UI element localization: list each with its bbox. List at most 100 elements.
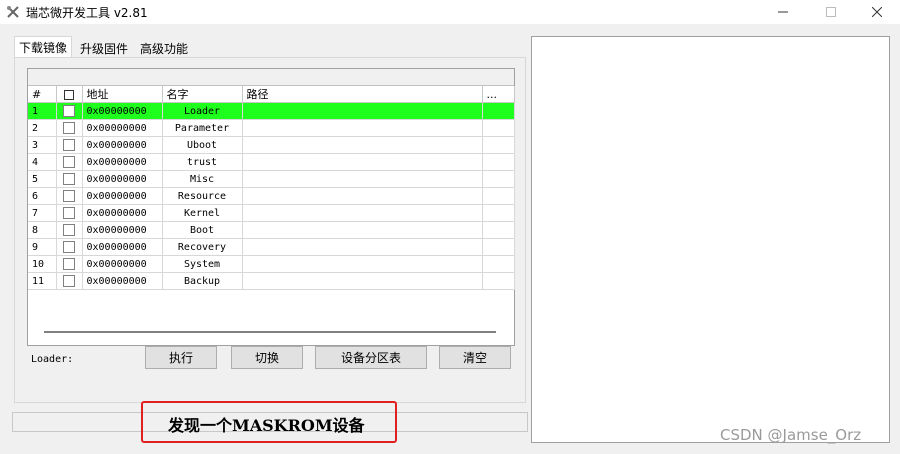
row-number: 1 [28,102,57,120]
maximize-button[interactable] [808,0,854,24]
row-address: 0x00000000 [82,102,163,120]
row-checkbox[interactable] [56,102,83,120]
row-name: Kernel [162,204,243,222]
row-extra[interactable] [482,238,515,256]
row-select-checkbox[interactable] [63,105,75,117]
row-extra[interactable] [482,153,515,171]
minimize-button[interactable] [760,0,806,24]
col-path[interactable]: 路径 [242,86,483,103]
table-row[interactable]: 5 0x00000000 Misc [28,170,515,188]
clear-button[interactable]: 清空 [439,346,511,369]
row-path[interactable] [242,102,483,120]
window-title: 瑞芯微开发工具 v2.81 [26,6,148,20]
tab-download-image[interactable]: 下载镜像 [14,36,73,58]
row-extra[interactable] [482,102,515,120]
row-checkbox[interactable] [56,272,83,290]
row-checkbox[interactable] [56,238,83,256]
row-select-checkbox[interactable] [63,156,75,168]
row-extra[interactable] [482,221,515,239]
select-all-checkbox[interactable] [64,89,74,100]
table-row[interactable]: 6 0x00000000 Resource [28,187,515,205]
table-row[interactable]: 9 0x00000000 Recovery [28,238,515,256]
table-row[interactable]: 8 0x00000000 Boot [28,221,515,239]
row-extra[interactable] [482,170,515,188]
row-name: Backup [162,272,243,290]
execute-button[interactable]: 执行 [145,346,217,369]
partition-table: # 地址 名字 路径 ... 1 0x00000000 Loader 2 0x00000… [28,86,515,290]
row-checkbox[interactable] [56,221,83,239]
status-message: 发现一个MASKROM设备 [168,416,365,435]
row-path[interactable] [242,204,483,222]
row-path[interactable] [242,238,483,256]
table-row[interactable]: 10 0x00000000 System [28,255,515,273]
partition-table-button[interactable]: 设备分区表 [315,346,427,369]
col-address[interactable]: 地址 [82,86,163,103]
row-number: 6 [28,187,57,205]
watermark: CSDN @Jamse_Orz [720,426,862,444]
row-name: Uboot [162,136,243,154]
row-path[interactable] [242,170,483,188]
col-more[interactable]: ... [482,86,515,103]
row-checkbox[interactable] [56,136,83,154]
row-address: 0x00000000 [82,204,163,222]
table-row[interactable]: 1 0x00000000 Loader [28,102,515,120]
row-select-checkbox[interactable] [63,122,75,134]
col-select-all[interactable] [56,86,83,103]
row-select-checkbox[interactable] [63,190,75,202]
table-row[interactable]: 3 0x00000000 Uboot [28,136,515,154]
row-address: 0x00000000 [82,119,163,137]
row-checkbox[interactable] [56,204,83,222]
row-path[interactable] [242,255,483,273]
row-path[interactable] [242,221,483,239]
row-name: Loader [162,102,243,120]
row-checkbox[interactable] [56,187,83,205]
row-extra[interactable] [482,136,515,154]
row-name: Misc [162,170,243,188]
col-number[interactable]: # [28,86,57,103]
row-name: Boot [162,221,243,239]
row-select-checkbox[interactable] [63,224,75,236]
row-number: 5 [28,170,57,188]
row-select-checkbox[interactable] [63,173,75,185]
download-panel: # 地址 名字 路径 ... 1 0x00000000 Loader 2 0x00000… [14,57,526,403]
row-extra[interactable] [482,187,515,205]
row-extra[interactable] [482,119,515,137]
log-output-panel[interactable] [531,36,890,443]
row-extra[interactable] [482,255,515,273]
row-path[interactable] [242,272,483,290]
close-button[interactable] [854,0,900,24]
row-path[interactable] [242,136,483,154]
row-path[interactable] [242,119,483,137]
col-name[interactable]: 名字 [162,86,243,103]
horizontal-scrollbar[interactable] [44,331,496,333]
minimize-icon [778,11,788,13]
row-path[interactable] [242,153,483,171]
row-address: 0x00000000 [82,170,163,188]
row-checkbox[interactable] [56,153,83,171]
table-row[interactable]: 2 0x00000000 Parameter [28,119,515,137]
row-select-checkbox[interactable] [63,275,75,287]
list-header-strip [28,69,514,86]
row-address: 0x00000000 [82,221,163,239]
row-checkbox[interactable] [56,170,83,188]
app-logo-icon [7,6,19,18]
row-number: 8 [28,221,57,239]
row-checkbox[interactable] [56,119,83,137]
row-select-checkbox[interactable] [63,241,75,253]
table-row[interactable]: 11 0x00000000 Backup [28,272,515,290]
row-select-checkbox[interactable] [63,258,75,270]
row-path[interactable] [242,187,483,205]
row-name: Resource [162,187,243,205]
row-number: 7 [28,204,57,222]
row-number: 2 [28,119,57,137]
row-checkbox[interactable] [56,255,83,273]
row-address: 0x00000000 [82,136,163,154]
row-select-checkbox[interactable] [63,139,75,151]
row-select-checkbox[interactable] [63,207,75,219]
row-extra[interactable] [482,272,515,290]
table-row[interactable]: 7 0x00000000 Kernel [28,204,515,222]
switch-button[interactable]: 切换 [231,346,303,369]
loader-label: Loader: [31,354,74,365]
row-extra[interactable] [482,204,515,222]
table-row[interactable]: 4 0x00000000 trust [28,153,515,171]
